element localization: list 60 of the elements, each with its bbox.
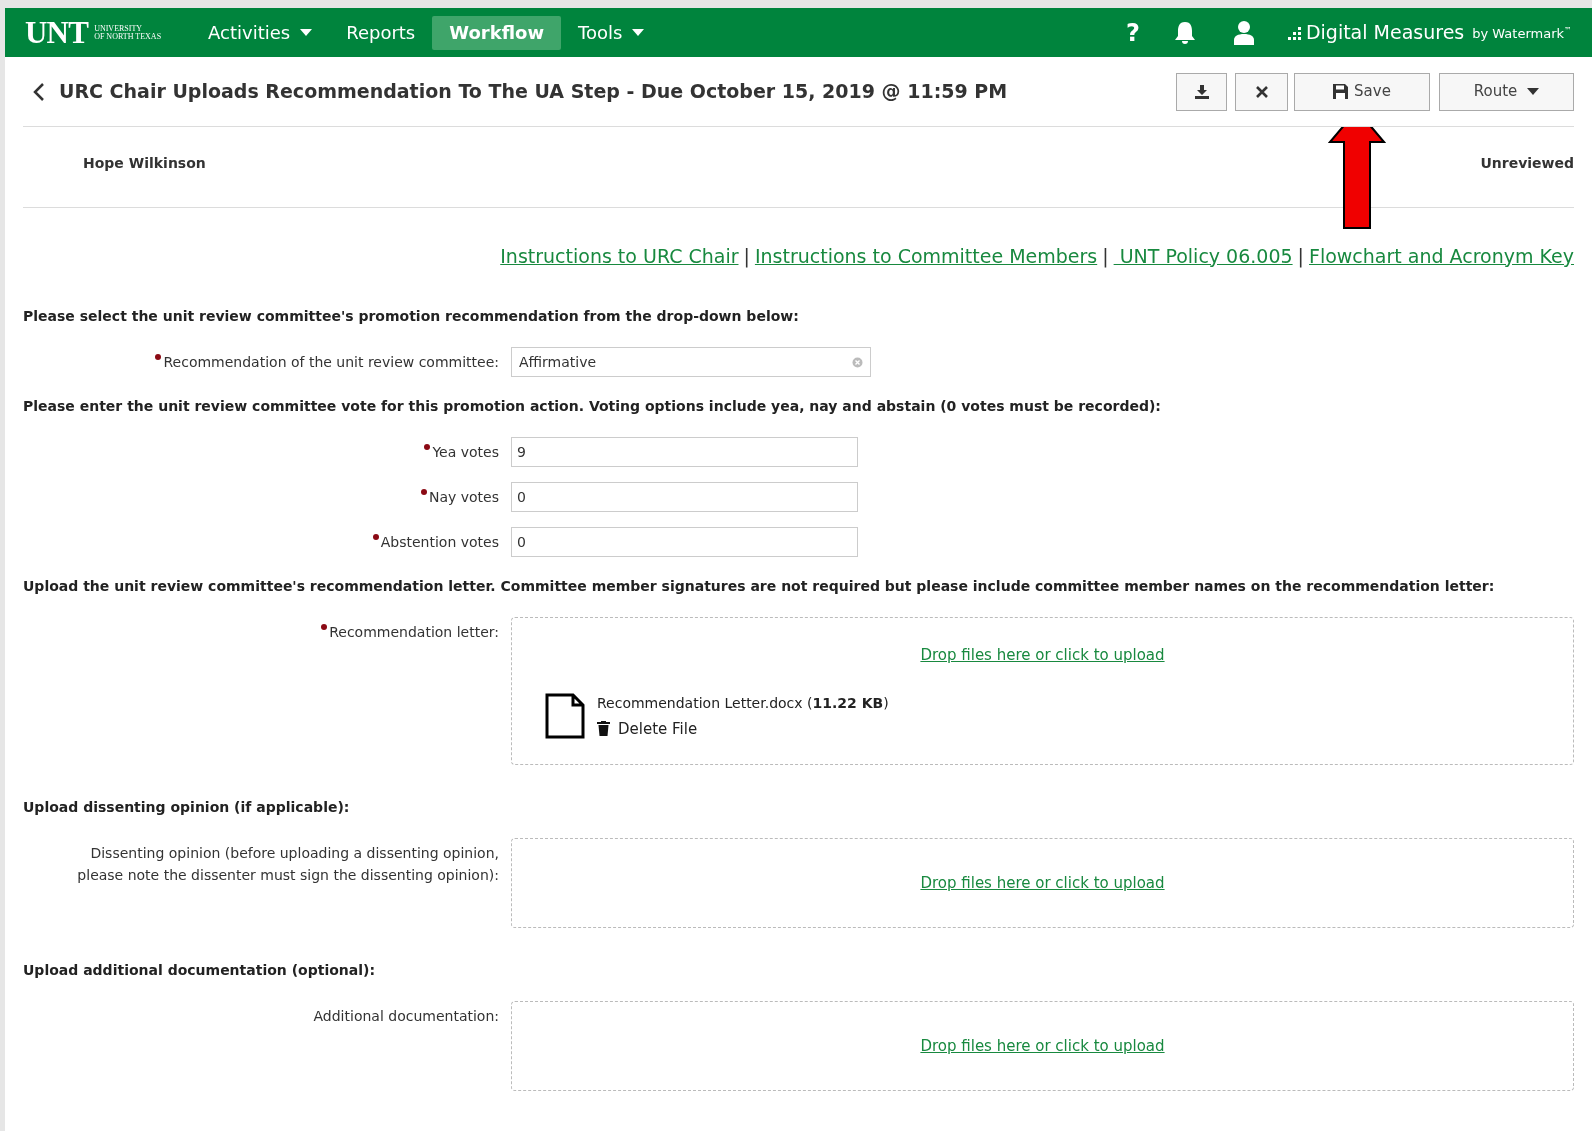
upload-link[interactable]: Drop files here or click to upload [920, 1034, 1165, 1058]
route-button[interactable]: Route [1439, 72, 1574, 111]
user-icon [1233, 20, 1254, 45]
link-separator: | [1297, 243, 1304, 270]
nav-tab[interactable]: Activities [191, 15, 330, 50]
page-title: URC Chair Uploads Recommendation To The UA Step - Due October 15, 2019 @ 11:59 PM [59, 79, 1008, 105]
instruction-link[interactable]: UNT Policy 06.005 [1113, 241, 1293, 271]
save-button[interactable]: Save [1294, 72, 1430, 111]
link-separator: | [1102, 243, 1109, 270]
upload-drop-zone[interactable]: Drop files here or click to upload [511, 838, 1574, 928]
caret-icon [1527, 87, 1540, 96]
close-button[interactable] [1235, 72, 1288, 111]
section-heading: Upload the unit review committee's recommendation letter. Committee member signatures are not required but please include committee member names on the recommendation letter: [23, 577, 1496, 596]
link-separator: | [743, 243, 750, 270]
upload-drop-zone[interactable]: Drop files here or click to upload Recommendation Letter.docx (11.22 KB) Delete File [511, 617, 1574, 765]
logo-text: OF NORTH TEXAS [94, 32, 162, 41]
bell-icon [1173, 20, 1196, 45]
instruction-link[interactable]: Instructions to URC Chair [500, 241, 739, 271]
field-label: Yea votes [432, 443, 499, 462]
trash-icon [597, 721, 610, 737]
clear-icon [852, 356, 863, 368]
document-icon [545, 693, 585, 740]
upload-link[interactable]: Drop files here or click to upload [920, 871, 1165, 895]
download-icon [1193, 83, 1210, 100]
field-label: Abstention votes [380, 533, 499, 552]
back-icon [33, 81, 45, 102]
logo-text: UNIVERSITY [94, 24, 144, 33]
trademark: ™ [1564, 25, 1572, 37]
section-heading: Upload additional documentation (optional): [23, 961, 377, 980]
brand-dots-icon [1287, 25, 1304, 40]
logo-mark: UNT [25, 17, 89, 48]
dropdown-field[interactable]: Affirmative [511, 347, 871, 377]
section-heading: Please select the unit review committee's promotion recommendation from the drop-down below: [23, 307, 800, 326]
member-status: Unreviewed [1480, 153, 1574, 173]
instruction-link[interactable]: Flowchart and Acronym Key [1309, 241, 1574, 271]
download-button[interactable] [1176, 72, 1227, 111]
input-field[interactable]: 0 [511, 527, 858, 557]
field-label: Additional documentation: [313, 1007, 499, 1026]
section-heading: Please enter the unit review committee vote for this promotion action. Voting options include yea, nay and abstain (0 votes must be recorded): [23, 397, 1162, 416]
nav-tab[interactable]: Tools [561, 15, 662, 50]
field-label: Dissenting opinion (before uploading a dissenting opinion, please note the dissenter must sign the dissenting opinion): [76, 844, 499, 885]
field-label: Nay votes [428, 488, 499, 507]
section-heading: Upload dissenting opinion (if applicable): [23, 798, 351, 817]
nav-tab[interactable]: Reports [329, 15, 433, 50]
input-field[interactable]: 0 [511, 482, 858, 512]
delete-file-button[interactable]: Delete File [597, 717, 889, 740]
file-name: Recommendation Letter.docx (11.22 KB) [597, 693, 889, 713]
field-label: Recommendation letter: [329, 623, 499, 642]
instruction-link[interactable]: Instructions to Committee Members [754, 241, 1098, 271]
close-icon [1255, 85, 1268, 98]
upload-drop-zone[interactable]: Drop files here or click to upload [511, 1001, 1574, 1091]
brand-byline: by Watermark [1472, 25, 1564, 44]
upload-link[interactable]: Drop files here or click to upload [920, 644, 1165, 667]
member-name: Hope Wilkinson [83, 153, 206, 173]
save-icon [1333, 84, 1349, 99]
input-field[interactable]: 9 [511, 437, 858, 467]
brand-name: Digital Measures [1305, 20, 1465, 46]
nav-tab[interactable]: Workflow [432, 15, 561, 50]
help-button[interactable]: ? [1126, 14, 1140, 51]
field-label: Recommendation of the unit review committee: [163, 353, 499, 372]
